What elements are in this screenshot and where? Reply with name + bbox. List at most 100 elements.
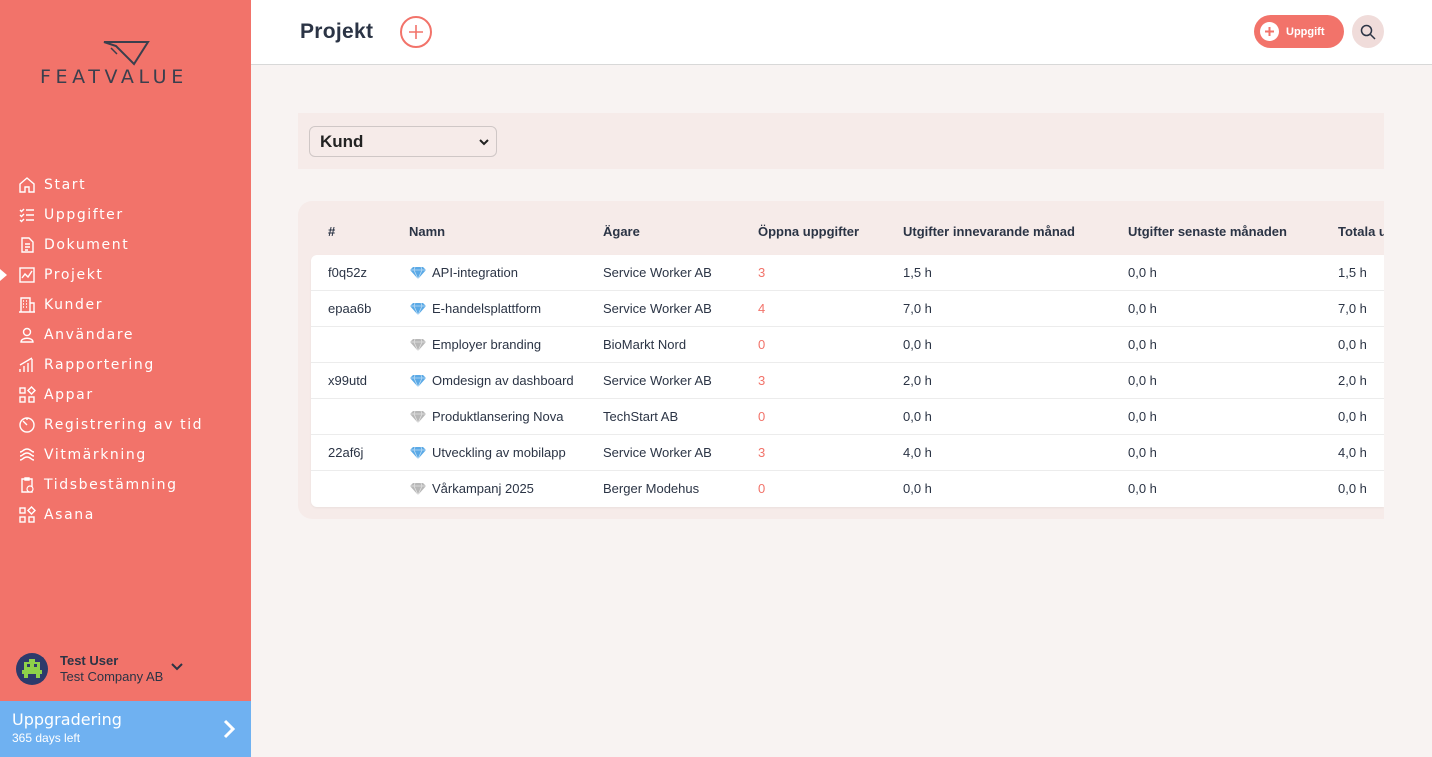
plus-icon	[1260, 22, 1279, 41]
cell-owner: Service Worker AB	[603, 265, 712, 280]
bar-chart-icon	[18, 356, 36, 374]
table-row[interactable]: Produktlansering Nova TechStart AB 0 0,0 h 0…	[311, 399, 1384, 435]
chevron-down-icon[interactable]	[171, 663, 184, 671]
sidebar-item-registrering-av-tid[interactable]: Registrering av tid	[0, 410, 251, 440]
sidebar-item-label: Appar	[44, 387, 94, 403]
cell-total: 0,0 h	[1338, 337, 1367, 352]
sidebar-item-kunder[interactable]: Kunder	[0, 290, 251, 320]
search-button[interactable]	[1352, 15, 1384, 48]
clipboard-clock-icon	[18, 476, 36, 494]
col-header-last-month[interactable]: Utgifter senaste månaden	[1128, 224, 1287, 239]
project-name[interactable]: Vårkampanj 2025	[432, 481, 534, 496]
user-menu[interactable]: Test User Test Company AB	[16, 652, 236, 686]
cell-current: 2,0 h	[903, 373, 932, 388]
cell-total: 1,5 h	[1338, 265, 1367, 280]
chevron-down-icon	[479, 139, 489, 146]
col-header-current-month[interactable]: Utgifter innevarande månad	[903, 224, 1075, 239]
project-name[interactable]: Utveckling av mobilapp	[432, 445, 566, 460]
sidebar-item-asana[interactable]: Asana	[0, 500, 251, 530]
cell-id: x99utd	[328, 373, 368, 388]
add-project-button[interactable]	[400, 16, 432, 48]
cell-current: 0,0 h	[903, 409, 932, 424]
sidebar-item-label: Kunder	[44, 297, 104, 313]
diamond-icon	[409, 482, 427, 498]
cell-id: 22af6j	[328, 445, 364, 460]
cell-owner: Berger Modehus	[603, 481, 700, 496]
col-header-total[interactable]: Totala utgifter	[1338, 224, 1384, 239]
cell-last: 0,0 h	[1128, 409, 1157, 424]
sidebar-item-label: Asana	[44, 507, 95, 523]
project-name[interactable]: Employer branding	[432, 337, 541, 352]
sidebar-item-uppgifter[interactable]: Uppgifter	[0, 200, 251, 230]
cell-total: 0,0 h	[1338, 409, 1367, 424]
col-header-owner[interactable]: Ägare	[603, 224, 640, 239]
cell-id: f0q52z	[328, 265, 368, 280]
sidebar-item-dokument[interactable]: Dokument	[0, 230, 251, 260]
featvalue-logo[interactable]: FEATVALUE	[40, 40, 215, 90]
cell-total: 2,0 h	[1338, 373, 1367, 388]
project-name-cell[interactable]: E-handelsplattform	[409, 299, 541, 318]
sidebar-item-vitmärkning[interactable]: Vitmärkning	[0, 440, 251, 470]
project-name-cell[interactable]: Omdesign av dashboard	[409, 371, 574, 390]
sidebar-item-projekt[interactable]: Projekt	[0, 260, 251, 290]
sidebar-item-label: Användare	[44, 327, 135, 343]
cell-total: 0,0 h	[1338, 481, 1367, 496]
table-row[interactable]: 22af6j Utveckling av mobilapp Service Work…	[311, 435, 1384, 471]
sidebar-item-rapportering[interactable]: Rapportering	[0, 350, 251, 380]
diamond-icon	[409, 410, 427, 426]
checklist-icon	[18, 206, 36, 224]
cell-open: 0	[758, 337, 766, 352]
table-row[interactable]: epaa6b E-handelsplattform Service Worker A…	[311, 291, 1384, 327]
add-task-button[interactable]: Uppgift	[1254, 15, 1344, 48]
sidebar-item-användare[interactable]: Användare	[0, 320, 251, 350]
diamond-icon	[409, 266, 427, 282]
cell-id: epaa6b	[328, 301, 372, 316]
sidebar-item-label: Start	[44, 177, 87, 193]
diamond-icon	[409, 374, 427, 390]
cell-current: 0,0 h	[903, 337, 932, 352]
col-header-id[interactable]: #	[328, 224, 335, 239]
grid-icon	[18, 506, 36, 524]
user-name: Test User	[60, 653, 119, 668]
project-name[interactable]: API-integration	[432, 265, 518, 280]
table-row[interactable]: x99utd Omdesign av dashboard Service Worke…	[311, 363, 1384, 399]
cell-last: 0,0 h	[1128, 481, 1157, 496]
sidebar: FEATVALUE Start Uppgifter Dokument Projekt K…	[0, 0, 251, 757]
search-icon	[1360, 24, 1376, 40]
table-row[interactable]: Vårkampanj 2025 Berger Modehus 0 0,0 h 0,0 h…	[311, 471, 1384, 507]
project-name-cell[interactable]: Produktlansering Nova	[409, 407, 564, 426]
project-name[interactable]: Omdesign av dashboard	[432, 373, 574, 388]
customer-filter-select[interactable]: Kund	[309, 126, 497, 157]
projects-table: # Namn Ägare Öppna uppgifter Utgifter inneva…	[298, 201, 1384, 519]
cell-total: 7,0 h	[1338, 301, 1367, 316]
project-name[interactable]: E-handelsplattform	[432, 301, 541, 316]
sidebar-item-label: Projekt	[44, 267, 104, 283]
timer-icon	[18, 416, 36, 434]
cell-owner: Service Worker AB	[603, 373, 712, 388]
sidebar-item-label: Dokument	[44, 237, 130, 253]
home-icon	[18, 176, 36, 194]
project-name-cell[interactable]: API-integration	[409, 263, 518, 282]
project-name[interactable]: Produktlansering Nova	[432, 409, 564, 424]
cell-owner: Service Worker AB	[603, 301, 712, 316]
diamond-icon	[409, 338, 427, 354]
filter-panel: Kund	[298, 113, 1384, 169]
cell-total: 4,0 h	[1338, 445, 1367, 460]
sidebar-item-start[interactable]: Start	[0, 170, 251, 200]
table-row[interactable]: Employer branding BioMarkt Nord 0 0,0 h 0,0 …	[311, 327, 1384, 363]
upgrade-title: Uppgradering	[12, 710, 122, 729]
upgrade-banner[interactable]: Uppgradering 365 days left	[0, 701, 251, 757]
cell-open: 0	[758, 409, 766, 424]
project-name-cell[interactable]: Employer branding	[409, 335, 541, 354]
sidebar-item-label: Tidsbestämning	[44, 477, 178, 493]
table-row[interactable]: f0q52z API-integration Service Worker AB 3 1…	[311, 255, 1384, 291]
grid-icon	[18, 386, 36, 404]
document-icon	[18, 236, 36, 254]
project-name-cell[interactable]: Vårkampanj 2025	[409, 479, 534, 498]
cell-last: 0,0 h	[1128, 301, 1157, 316]
col-header-name[interactable]: Namn	[409, 224, 445, 239]
col-header-open-tasks[interactable]: Öppna uppgifter	[758, 224, 859, 239]
sidebar-item-appar[interactable]: Appar	[0, 380, 251, 410]
sidebar-item-tidsbestämning[interactable]: Tidsbestämning	[0, 470, 251, 500]
project-name-cell[interactable]: Utveckling av mobilapp	[409, 443, 566, 462]
